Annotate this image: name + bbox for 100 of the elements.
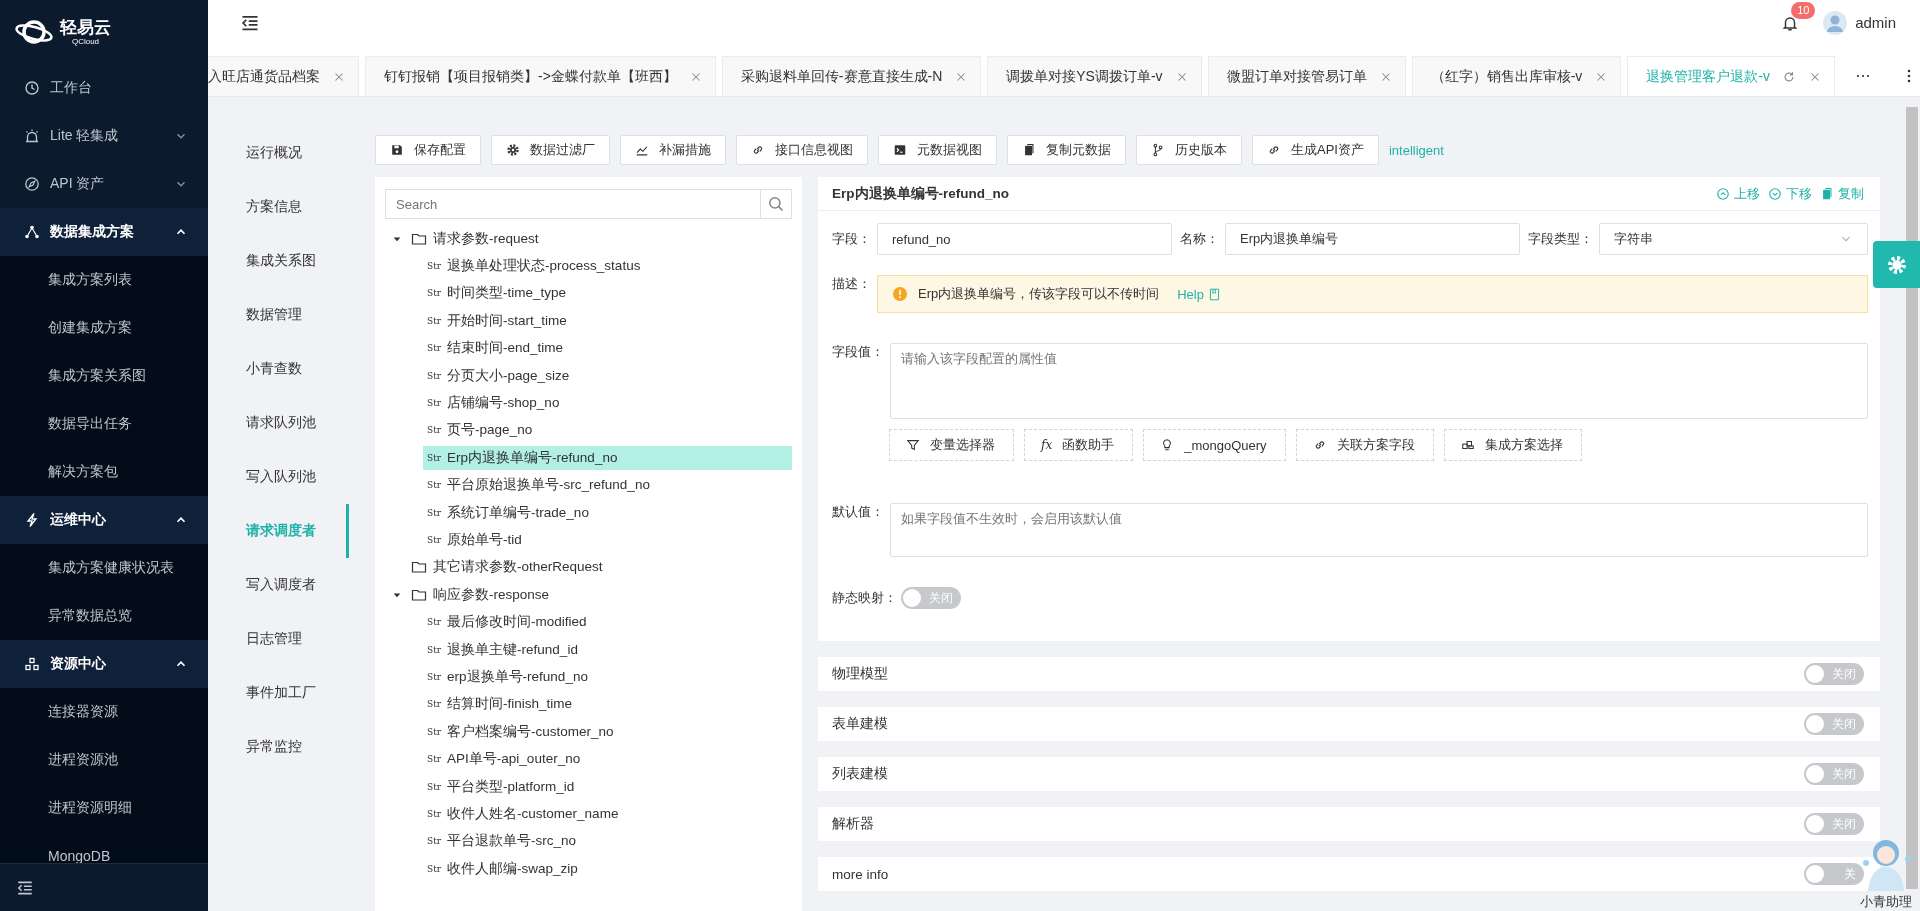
lightning-icon (24, 512, 40, 528)
search-button[interactable] (761, 189, 792, 219)
tree-item[interactable]: Str 客户档案编号-customer_no (423, 719, 792, 744)
tree-item[interactable]: Str 收件人邮编-swap_zip (423, 856, 792, 881)
type-label: Str (427, 288, 442, 299)
nav-item[interactable]: 日志管理 (208, 612, 349, 666)
tree-item[interactable]: Str 退换单处理状态-process_status (423, 254, 792, 279)
user-avatar-icon[interactable] (1823, 10, 1848, 35)
refresh-icon[interactable] (1781, 69, 1796, 84)
type-label: Str (427, 726, 442, 737)
nav-item[interactable]: 运行概况 (208, 126, 349, 180)
search-field[interactable]: Search (385, 189, 761, 219)
type-label: Str (427, 480, 442, 491)
sidebar-item[interactable]: 数据集成方案 (0, 208, 208, 256)
helper-button[interactable]: _mongoQuery (1143, 429, 1286, 461)
tree-folder[interactable]: 响应参数-response (433, 585, 550, 604)
tree-item[interactable]: Str 店铺编号-shop_no (423, 391, 792, 416)
nav-item[interactable]: 请求队列池 (208, 396, 349, 450)
copy-icon (1820, 186, 1834, 201)
helper-button[interactable]: 关联方案字段 (1295, 429, 1434, 461)
helper-button[interactable]: 变量选择器 (889, 429, 1014, 461)
section-title: 列表建模 (832, 765, 888, 783)
nodes-icon (24, 224, 40, 240)
tree-item[interactable]: Str 原始单号-tid (423, 528, 792, 552)
sidebar-item[interactable]: 运维中心 (0, 496, 208, 544)
sidebar-subitem[interactable]: 异常数据总览 (0, 592, 208, 640)
nav-item[interactable]: 异常监控 (208, 720, 349, 774)
tree-item[interactable]: Str API单号-api_outer_no (423, 747, 792, 772)
tree-item-label: 收件人姓名-customer_name (447, 804, 619, 823)
tree-item-label: 开始时间-start_time (447, 311, 567, 330)
sidebar-subitem[interactable]: 解决方案包 (0, 448, 208, 496)
tree-item[interactable]: Str 退换单主键-refund_id (423, 637, 792, 662)
sidebar-subitem[interactable]: 数据导出任务 (0, 400, 208, 448)
nav-item[interactable]: 写入队列池 (208, 450, 349, 504)
toolbar-button[interactable]: 接口信息视图 (736, 135, 868, 165)
tree-item[interactable]: Str 时间类型-time_type (423, 281, 792, 306)
sidebar-subitem[interactable]: 进程资源池 (0, 736, 208, 784)
helper-button[interactable]: 集成方案选择 (1443, 429, 1582, 461)
sidebar-subitem[interactable]: 集成方案健康状况表 (0, 544, 208, 592)
scrollbar[interactable] (1906, 107, 1918, 889)
tree-item[interactable]: Str 平台类型-platform_id (423, 774, 792, 799)
nav-item[interactable]: 写入调度者 (208, 558, 349, 612)
move-up-icon (1716, 186, 1730, 201)
text-area[interactable]: 如果字段值不生效时，会启用该默认值 (890, 503, 1868, 557)
tree-item[interactable]: Str 结算时间-finish_time (423, 692, 792, 717)
input-field[interactable]: refund_no (877, 223, 1172, 255)
tree-item-label: API单号-api_outer_no (447, 750, 581, 769)
tree-item[interactable]: Str 系统订单编号-trade_no (423, 500, 792, 525)
tree-item[interactable]: Str erp退换单号-refund_no (423, 664, 792, 689)
tree-item-label: 原始单号-tid (447, 531, 522, 549)
tree-item[interactable]: Str 收件人姓名-customer_name (423, 801, 792, 826)
sidebar-item[interactable]: 资源中心 (0, 640, 208, 688)
sidebar-subitem[interactable]: 集成方案列表 (0, 256, 208, 304)
copy-icon (1022, 143, 1036, 157)
tree-item[interactable]: Str 开始时间-start_time (423, 308, 792, 333)
toolbar-button[interactable]: 复制元数据 (1007, 135, 1126, 165)
type-label: Str (427, 644, 442, 655)
nav-item[interactable]: 集成关系图 (208, 234, 349, 288)
nav-item[interactable]: 事件加工厂 (208, 666, 349, 720)
tree-folder[interactable]: 其它请求参数-otherRequest (433, 558, 603, 577)
toolbar-button[interactable]: 数据过滤厂 (491, 135, 610, 165)
link-icon (751, 143, 765, 157)
type-label: Str (427, 754, 442, 765)
type-label: Str (427, 836, 442, 847)
tree-item-label: 页号-page_no (447, 421, 533, 440)
select-field[interactable]: 字符串 (1599, 223, 1868, 255)
toolbar-button[interactable]: 补漏措施 (620, 135, 726, 165)
user-name[interactable]: admin (1855, 14, 1896, 31)
sidebar-subitem[interactable]: 创建集成方案 (0, 304, 208, 352)
assistant-label[interactable]: 小青助理 (1860, 893, 1912, 911)
input-field[interactable]: Erp内退换单编号 (1225, 223, 1520, 255)
settings-button[interactable] (1873, 241, 1920, 288)
nav-item[interactable]: 小青查数 (208, 342, 349, 396)
helper-button[interactable]: fx 函数助手 (1024, 429, 1134, 461)
nav-item[interactable]: 数据管理 (208, 288, 349, 342)
sidebar-item[interactable]: Lite 轻集成 (0, 112, 208, 160)
sidebar-subitem[interactable]: 连接器资源 (0, 688, 208, 736)
nav-item[interactable]: 方案信息 (208, 180, 349, 234)
type-label: Str (427, 452, 442, 463)
tree-item[interactable]: Str Erp内退换单编号-refund_no (423, 445, 792, 470)
tree-item[interactable]: Str 平台退款单号-src_no (423, 829, 792, 854)
type-label: Str (427, 315, 442, 326)
toolbar-button[interactable]: 元数据视图 (878, 135, 997, 165)
section-title: 物理模型 (832, 665, 888, 683)
sidebar-subitem[interactable]: MongoDB (0, 832, 208, 863)
toolbar-button[interactable]: 生成API资产 (1252, 135, 1379, 165)
tree-item[interactable]: Str 最后修改时间-modified (423, 610, 792, 635)
toolbar-button[interactable]: 历史版本 (1136, 135, 1242, 165)
tree-item[interactable]: Str 结束时间-end_time (423, 336, 792, 361)
sidebar-subitem[interactable]: 进程资源明细 (0, 784, 208, 832)
tree-folder[interactable]: 请求参数-request (433, 229, 539, 248)
tree-item-label: erp退换单号-refund_no (447, 667, 588, 686)
sidebar-item[interactable]: API 资产 (0, 160, 208, 208)
tree-item[interactable]: Str 平台原始退换单号-src_refund_no (423, 473, 792, 498)
text-area[interactable]: 请输入该字段配置的属性值 (890, 343, 1868, 419)
tree-item[interactable]: Str 分页大小-page_size (423, 363, 792, 388)
tree-item[interactable]: Str 页号-page_no (423, 418, 792, 443)
toolbar-button[interactable]: 保存配置 (375, 135, 481, 165)
sidebar-item[interactable]: 工作台 (0, 64, 208, 112)
sidebar-subitem[interactable]: 集成方案关系图 (0, 352, 208, 400)
